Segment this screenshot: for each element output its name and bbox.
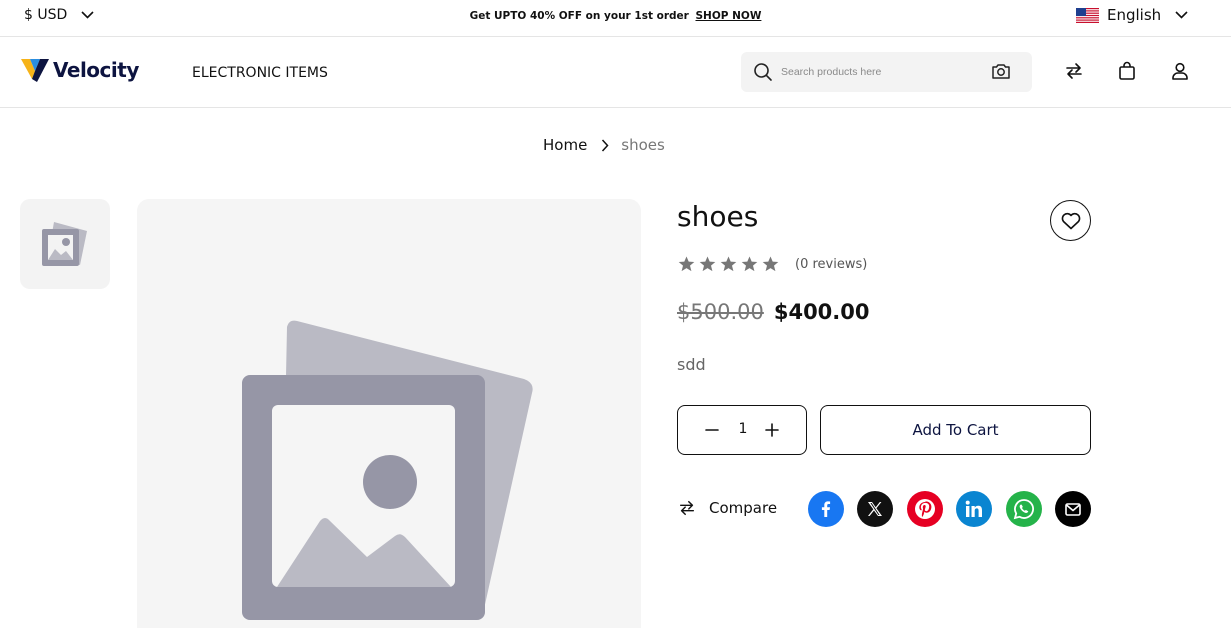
camera-search-icon[interactable] [991, 61, 1011, 81]
logo[interactable]: Velocity [21, 57, 139, 83]
quantity-value[interactable]: 1 [734, 421, 752, 437]
velocity-logo-icon [21, 59, 49, 82]
heart-icon [1061, 212, 1080, 229]
site-header: Velocity ELECTRONIC ITEMS [0, 37, 1231, 108]
promo-text: Get UPTO 40% OFF on your 1st order [469, 10, 689, 22]
breadcrumb-home[interactable]: Home [543, 136, 587, 154]
minus-icon[interactable] [704, 422, 720, 438]
pinterest-icon [915, 499, 935, 519]
compare-label: Compare [709, 499, 778, 517]
nav-electronic-items[interactable]: ELECTRONIC ITEMS [192, 65, 328, 81]
wishlist-button[interactable] [1050, 200, 1091, 241]
star-rating [678, 256, 779, 272]
user-account-icon[interactable] [1170, 61, 1190, 81]
plus-icon[interactable] [764, 422, 780, 438]
linkedin-icon [965, 500, 982, 517]
image-placeholder-icon [42, 222, 87, 266]
whatsapp-icon [1013, 499, 1034, 520]
star-icon [678, 256, 695, 272]
star-icon [699, 256, 716, 272]
add-to-cart-button[interactable]: Add To Cart [820, 405, 1091, 455]
compare-arrows-icon [679, 500, 695, 516]
star-icon [720, 256, 737, 272]
product-price: $500.00 $400.00 [677, 300, 870, 324]
product-main-image[interactable] [137, 199, 641, 628]
compare-arrows-icon[interactable] [1064, 61, 1084, 81]
share-linkedin[interactable] [956, 491, 992, 527]
star-icon [741, 256, 758, 272]
breadcrumb-current: shoes [621, 136, 665, 154]
share-email[interactable] [1055, 491, 1091, 527]
logo-text: Velocity [53, 58, 139, 82]
product-title: shoes [677, 200, 759, 233]
search-bar [741, 52, 1032, 92]
compare-button[interactable]: Compare [678, 499, 777, 517]
breadcrumb: Home shoes [543, 136, 665, 154]
announcement-bar: $ USD Get UPTO 40% OFF on your 1st order… [0, 0, 1231, 37]
facebook-icon [821, 501, 831, 517]
share-x[interactable] [857, 491, 893, 527]
share-facebook[interactable] [808, 491, 844, 527]
search-icon[interactable] [753, 62, 773, 82]
language-selector[interactable]: English [1076, 6, 1188, 24]
promo-banner: Get UPTO 40% OFF on your 1st order SHOP … [0, 10, 1231, 22]
us-flag-icon [1076, 7, 1099, 23]
language-label: English [1107, 6, 1162, 24]
star-icon [762, 256, 779, 272]
shopping-bag-icon[interactable] [1117, 61, 1137, 81]
chevron-down-icon [1175, 11, 1188, 19]
image-placeholder-icon [242, 320, 533, 620]
product-rating: (0 reviews) [678, 256, 867, 272]
email-icon [1065, 503, 1081, 516]
product-description: sdd [677, 355, 706, 374]
share-whatsapp[interactable] [1006, 491, 1042, 527]
sale-price: $400.00 [773, 300, 870, 324]
shop-now-link[interactable]: SHOP NOW [695, 10, 761, 22]
chevron-right-icon [601, 138, 609, 152]
search-input[interactable] [781, 62, 981, 82]
x-icon [868, 502, 882, 516]
original-price: $500.00 [677, 300, 764, 324]
quantity-stepper: 1 [677, 405, 807, 455]
review-count[interactable]: (0 reviews) [795, 257, 867, 272]
share-pinterest[interactable] [907, 491, 943, 527]
product-thumbnail[interactable] [20, 199, 110, 289]
